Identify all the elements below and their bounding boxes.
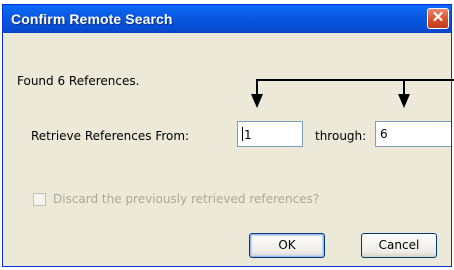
down-arrow-icon xyxy=(398,94,410,108)
annotation-arrows xyxy=(251,79,454,108)
down-arrow-icon xyxy=(251,94,263,108)
